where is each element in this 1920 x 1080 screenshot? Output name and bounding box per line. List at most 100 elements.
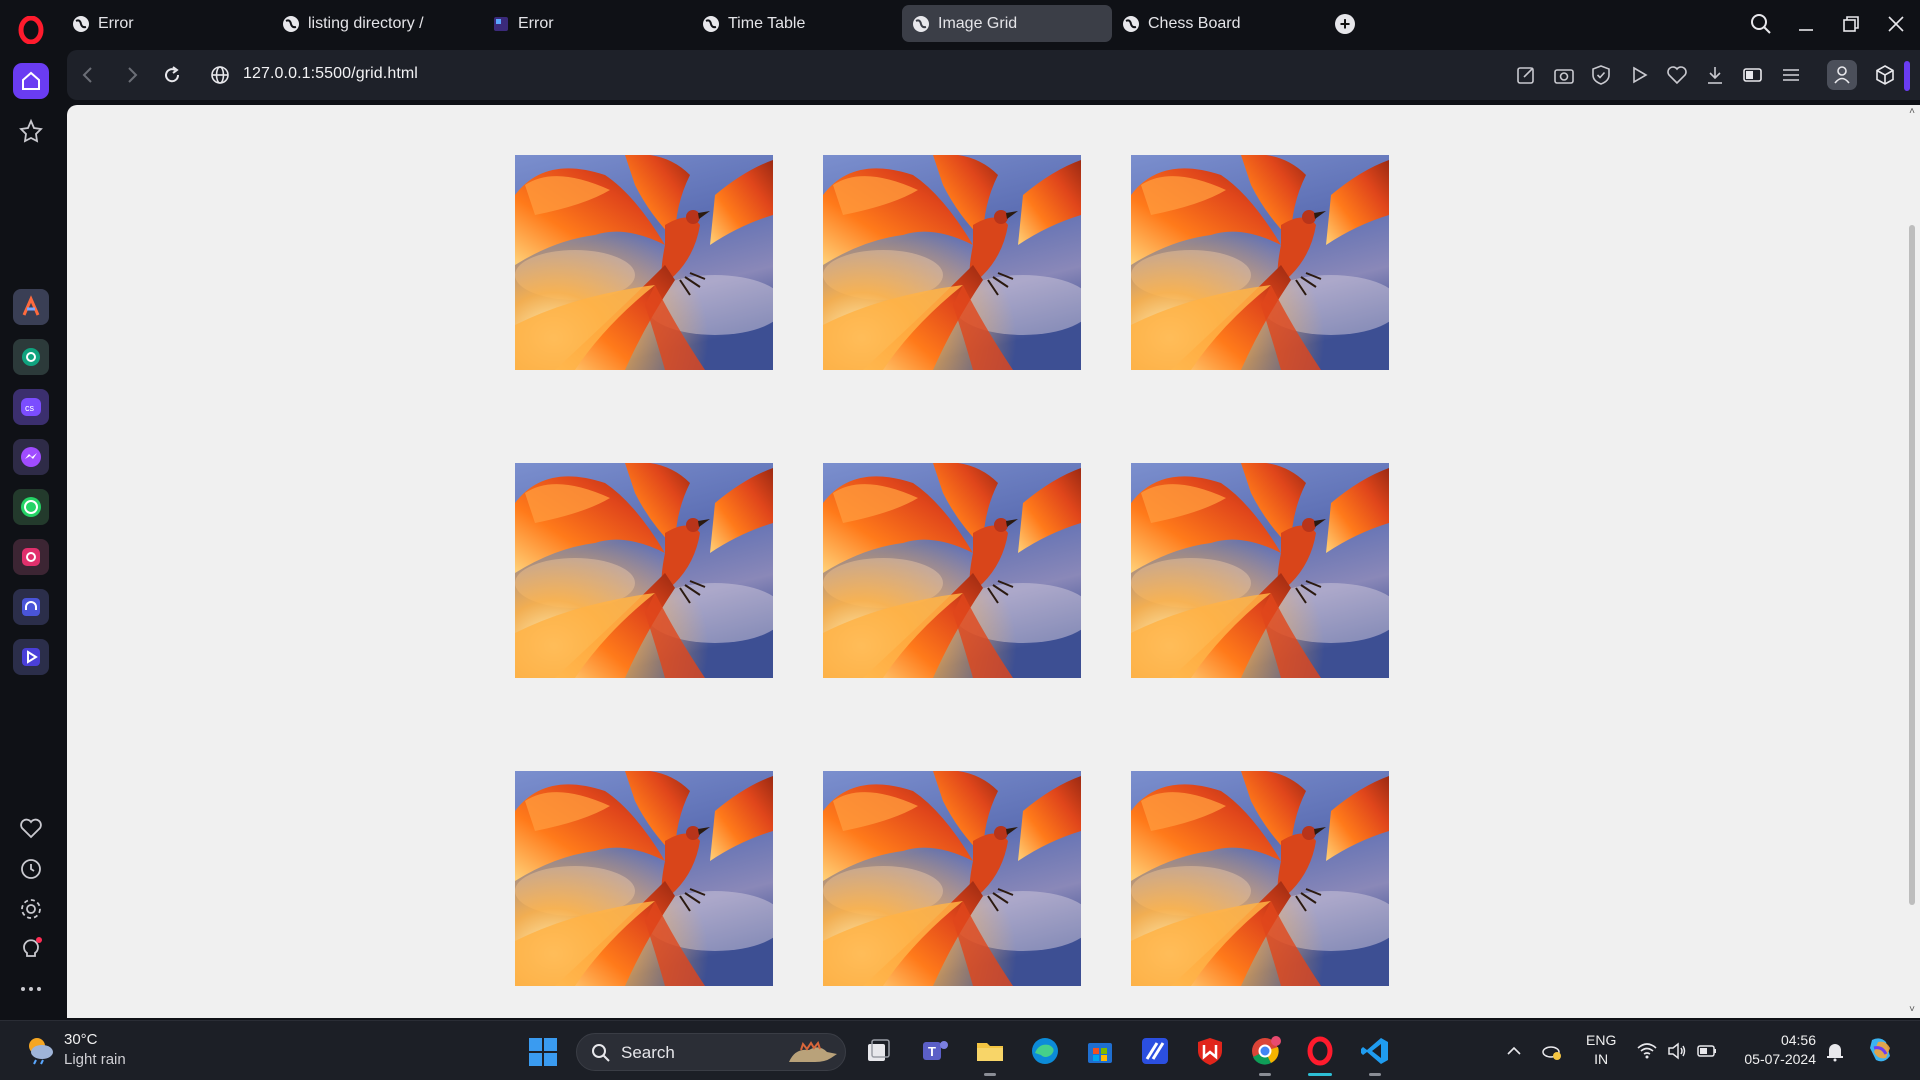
back-icon[interactable]	[75, 62, 101, 88]
easy-setup-menu-icon[interactable]	[1779, 63, 1803, 87]
wifi-icon[interactable]	[1636, 1040, 1658, 1062]
teams-icon[interactable]: T	[919, 1035, 951, 1067]
forward-icon[interactable]	[119, 62, 145, 88]
reload-icon[interactable]	[159, 62, 185, 88]
camera-icon[interactable]	[1552, 63, 1576, 87]
tab-label: Chess Board	[1148, 14, 1241, 32]
mcafee-icon[interactable]	[1194, 1035, 1226, 1067]
task-view-icon[interactable]	[862, 1035, 894, 1067]
sidebar: cs	[0, 47, 62, 1017]
download-icon[interactable]	[1703, 63, 1727, 87]
notification-bell-icon[interactable]	[1824, 1040, 1846, 1062]
new-tab-button[interactable]: +	[1335, 14, 1355, 34]
globe-icon	[703, 15, 719, 32]
profile-avatar[interactable]	[1827, 60, 1857, 90]
chevron-up-icon[interactable]	[1503, 1040, 1525, 1062]
phoenix-image	[1131, 155, 1389, 370]
history-icon[interactable]	[17, 855, 45, 883]
phoenix-image	[515, 155, 773, 370]
chatsonic-app-button[interactable]: cs	[13, 389, 49, 425]
phoenix-image	[515, 771, 773, 986]
close-icon[interactable]	[1884, 12, 1908, 36]
my-flow-heart-icon[interactable]	[1665, 63, 1689, 87]
address-input[interactable]: 127.0.0.1:5500/grid.html	[243, 65, 418, 83]
chatgpt-app-button[interactable]	[13, 339, 49, 375]
messenger-app-button[interactable]	[13, 439, 49, 475]
file-explorer-icon[interactable]	[974, 1035, 1006, 1067]
phoenix-image	[823, 155, 1081, 370]
home-button[interactable]	[13, 63, 49, 99]
phoenix-image	[823, 771, 1081, 986]
grid-image	[515, 771, 773, 986]
tab-chess-board[interactable]: Chess Board	[1112, 5, 1322, 42]
search-icon	[592, 1044, 610, 1062]
battery-icon[interactable]	[1696, 1040, 1718, 1062]
player-play-icon[interactable]	[1627, 63, 1651, 87]
sidebar-accent-indicator	[1904, 61, 1910, 91]
image-grid	[515, 155, 1389, 986]
weather-condition[interactable]: Light rain	[64, 1051, 126, 1068]
play-icon	[22, 648, 40, 666]
grid-image	[823, 155, 1081, 370]
site-info-globe-icon[interactable]	[207, 62, 233, 88]
settings-icon[interactable]	[17, 895, 45, 923]
vscode-icon[interactable]	[1359, 1035, 1391, 1067]
tab-listing-directory[interactable]: listing directory /	[272, 5, 482, 42]
globe-icon	[283, 15, 299, 32]
windows-taskbar: 30°C Light rain Search T ENG IN 04:56 05…	[0, 1020, 1920, 1080]
globe-icon	[73, 15, 89, 32]
messenger-icon	[21, 447, 41, 467]
copilot-icon[interactable]	[1864, 1034, 1896, 1066]
battery-saver-icon[interactable]	[1741, 63, 1765, 87]
opera-logo-icon[interactable]	[18, 16, 44, 44]
grid-image	[823, 771, 1081, 986]
edge-icon[interactable]	[1029, 1035, 1061, 1067]
pinboard-icon[interactable]	[17, 117, 45, 145]
powerautomate-icon[interactable]	[1139, 1035, 1171, 1067]
search-tabs-icon[interactable]	[1749, 12, 1773, 36]
scroll-thumb[interactable]	[1909, 225, 1915, 905]
grid-image	[1131, 771, 1389, 986]
windows-start-icon[interactable]	[528, 1037, 558, 1067]
whatsapp-app-button[interactable]	[13, 489, 49, 525]
tab-label: Time Table	[728, 14, 806, 32]
tab-image-grid[interactable]: Image Grid	[902, 5, 1112, 42]
aria-app-button[interactable]	[13, 289, 49, 325]
more-icon[interactable]	[17, 975, 45, 1003]
tab-label: Error	[98, 14, 134, 32]
system-clock[interactable]: 04:56 05-07-2024	[1736, 1031, 1816, 1069]
search-placeholder: Search	[621, 1043, 675, 1062]
scroll-up-icon[interactable]: ˄	[1907, 107, 1917, 117]
tab-error-1[interactable]: Error	[62, 5, 272, 42]
running-indicator	[1259, 1073, 1271, 1076]
globe-icon	[913, 15, 929, 32]
weather-temperature[interactable]: 30°C	[64, 1031, 98, 1048]
language-indicator[interactable]: ENG IN	[1586, 1031, 1616, 1069]
onedrive-warning-icon[interactable]	[1541, 1040, 1563, 1062]
minimize-icon[interactable]	[1794, 12, 1818, 36]
tab-error-2[interactable]: Error	[482, 5, 692, 42]
restore-icon[interactable]	[1839, 12, 1863, 36]
microsoft-store-icon[interactable]	[1084, 1035, 1116, 1067]
taskbar-search-box[interactable]: Search	[576, 1033, 846, 1071]
lightbulb-icon[interactable]	[17, 935, 45, 963]
snapshot-edit-icon[interactable]	[1514, 63, 1538, 87]
player-app-button[interactable]	[13, 639, 49, 675]
weather-rain-icon[interactable]	[24, 1033, 56, 1065]
music-player-app-button[interactable]	[13, 589, 49, 625]
instagram-icon	[22, 548, 40, 566]
tab-time-table[interactable]: Time Table	[692, 5, 902, 42]
opera-taskbar-icon[interactable]	[1304, 1035, 1336, 1067]
running-indicator	[984, 1073, 996, 1076]
vertical-scrollbar[interactable]: ˄ ˅	[1904, 105, 1920, 1018]
svg-text:cs: cs	[25, 403, 35, 413]
phoenix-image	[515, 463, 773, 678]
tab-label: listing directory /	[308, 14, 424, 32]
chrome-icon[interactable]	[1249, 1035, 1281, 1067]
adblock-shield-icon[interactable]	[1589, 63, 1613, 87]
heart-icon[interactable]	[17, 815, 45, 843]
instagram-app-button[interactable]	[13, 539, 49, 575]
scroll-down-icon[interactable]: ˅	[1907, 1005, 1917, 1015]
volume-icon[interactable]	[1666, 1040, 1688, 1062]
workspaces-cube-icon[interactable]	[1873, 63, 1897, 87]
